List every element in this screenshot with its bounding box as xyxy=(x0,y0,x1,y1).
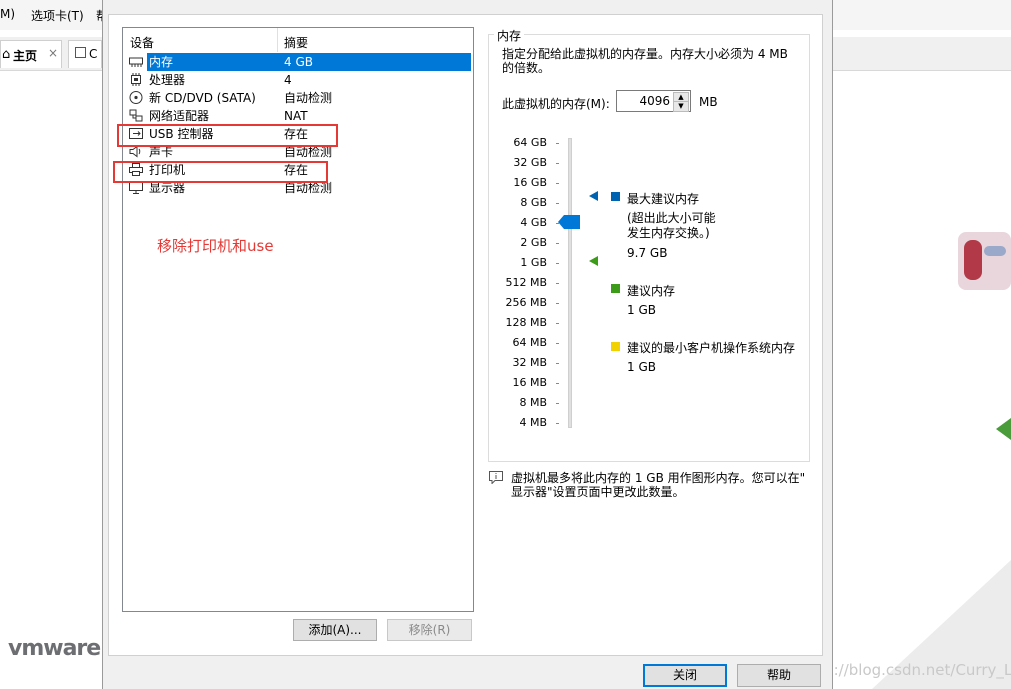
annotation-box-usb xyxy=(117,124,338,147)
menu-item[interactable]: M) xyxy=(0,7,15,21)
tab-home[interactable]: ⌂ 主页 × xyxy=(0,40,62,68)
info-line-1: 虚拟机最多将此内存的 1 GB 用作图形内存。您可以在" xyxy=(511,471,806,485)
scale-tick-label: 8 GB xyxy=(520,196,547,209)
recommended-swatch xyxy=(611,284,620,293)
scale-tick-mark xyxy=(556,203,559,204)
scale-tick-label: 64 GB xyxy=(513,136,547,149)
memory-field-label: 此虚拟机的内存(M): xyxy=(502,97,610,111)
scale-tick-mark xyxy=(556,403,559,404)
scale-tick-mark xyxy=(556,363,559,364)
thumbnail-image xyxy=(958,232,1011,290)
device-row-memory[interactable]: 内存 4 GB xyxy=(127,53,471,71)
help-button[interactable]: 帮助 xyxy=(737,664,821,687)
scale-tick-mark xyxy=(556,323,559,324)
scale-tick-mark xyxy=(556,383,559,384)
scale-tick-mark xyxy=(556,243,559,244)
memory-spinbox[interactable]: 4096 ▲ ▼ xyxy=(616,90,691,112)
scale-tick-mark xyxy=(556,283,559,284)
device-summary: NAT xyxy=(284,109,308,123)
scale-tick-label: 16 MB xyxy=(512,376,547,389)
add-button[interactable]: 添加(A)... xyxy=(293,619,377,641)
device-row-network[interactable]: 网络适配器 NAT xyxy=(127,107,471,125)
device-row-cpu[interactable]: 处理器 4 xyxy=(127,71,471,89)
network-icon xyxy=(129,109,143,122)
memory-description: 指定分配给此虚拟机的内存量。内存大小必须为 4 MB 的倍数。 xyxy=(502,47,788,75)
thumbnail-accent xyxy=(964,240,982,280)
scale-tick-label: 8 MB xyxy=(519,396,547,409)
column-divider xyxy=(277,28,278,52)
column-header-device[interactable]: 设备 xyxy=(130,34,154,51)
info-line-2: 显示器"设置页面中更改此数量。 xyxy=(511,485,685,499)
scale-tick-label: 64 MB xyxy=(512,336,547,349)
scale-tick-mark xyxy=(556,423,559,424)
tab-vm-label: C xyxy=(89,47,98,61)
vmware-logo: vmware xyxy=(8,636,101,661)
cd-dvd-icon xyxy=(129,91,143,104)
recommended-value: 1 GB xyxy=(627,303,656,317)
max-recommended-value: 9.7 GB xyxy=(627,246,668,260)
scale-tick-label: 32 GB xyxy=(513,156,547,169)
scale-tick-mark xyxy=(556,183,559,184)
memory-icon xyxy=(129,57,143,67)
menu-item-tabs[interactable]: 选项卡(T) xyxy=(31,7,84,24)
memory-slider-track[interactable] xyxy=(568,138,572,428)
memory-group-title: 内存 xyxy=(494,27,525,44)
scale-tick-mark xyxy=(556,143,559,144)
annotation-text: 移除打印机和use xyxy=(157,237,274,255)
guest-min-value: 1 GB xyxy=(627,360,656,374)
device-summary: 4 GB xyxy=(284,55,313,69)
annotation-box-printer xyxy=(113,161,328,183)
recommended-marker-icon xyxy=(589,256,598,266)
tab-home-label: 主页 xyxy=(13,49,38,63)
vm-icon xyxy=(75,47,86,58)
close-button[interactable]: 关闭 xyxy=(643,664,727,687)
max-recommended-label: 最大建议内存 xyxy=(627,192,700,206)
scale-tick-label: 2 GB xyxy=(520,236,547,249)
max-recommended-swatch xyxy=(611,192,620,201)
guest-min-label: 建议的最小客户机操作系统内存 xyxy=(627,341,796,355)
device-name: 新 CD/DVD (SATA) xyxy=(149,91,256,105)
graphics-memory-info: 虚拟机最多将此内存的 1 GB 用作图形内存。您可以在" 显示器"设置页面中更改… xyxy=(511,471,805,499)
device-name: 网络适配器 xyxy=(149,109,210,123)
memory-unit: MB xyxy=(699,95,718,109)
max-recommended-note: (超出此大小可能发生内存交换。) xyxy=(627,211,716,240)
scale-tick-label: 128 MB xyxy=(505,316,547,329)
scale-tick-mark xyxy=(556,263,559,264)
column-header-summary[interactable]: 摘要 xyxy=(284,34,308,51)
scale-tick-label: 32 MB xyxy=(512,356,547,369)
scale-tick-label: 4 GB xyxy=(520,216,547,229)
device-summary: 自动检测 xyxy=(284,91,333,105)
device-row-cd-dvd[interactable]: 新 CD/DVD (SATA) 自动检测 xyxy=(127,89,471,107)
device-list[interactable]: 设备 摘要 内存 4 GB 处理器 4 新 CD/DVD (SATA) 自动检测… xyxy=(122,27,474,612)
decorative-green-triangle xyxy=(996,418,1011,440)
tab-vm[interactable]: C xyxy=(68,40,102,68)
scale-tick-label: 256 MB xyxy=(505,296,547,309)
device-summary: 4 xyxy=(284,73,292,87)
home-icon: ⌂ xyxy=(2,47,11,62)
device-name: 处理器 xyxy=(149,73,186,87)
memory-value[interactable]: 4096 xyxy=(639,94,670,108)
spin-down-arrow-icon[interactable]: ▼ xyxy=(673,101,689,112)
scale-tick-mark xyxy=(556,163,559,164)
cpu-icon xyxy=(131,73,141,86)
max-recommended-marker-icon xyxy=(589,191,598,201)
recommended-label: 建议内存 xyxy=(627,284,676,298)
thumbnail-accent-2 xyxy=(984,246,1006,256)
remove-button[interactable]: 移除(R) xyxy=(387,619,472,641)
memory-slider-thumb[interactable] xyxy=(558,215,580,229)
scale-tick-mark xyxy=(556,343,559,344)
scale-tick-label: 16 GB xyxy=(513,176,547,189)
device-name: 内存 xyxy=(147,54,176,70)
scale-tick-mark xyxy=(556,303,559,304)
scale-tick-label: 512 MB xyxy=(505,276,547,289)
info-comment-icon xyxy=(489,471,503,484)
close-icon[interactable]: × xyxy=(48,46,58,60)
scale-tick-label: 1 GB xyxy=(520,256,547,269)
scale-tick-label: 4 MB xyxy=(519,416,547,429)
guest-min-swatch xyxy=(611,342,620,351)
